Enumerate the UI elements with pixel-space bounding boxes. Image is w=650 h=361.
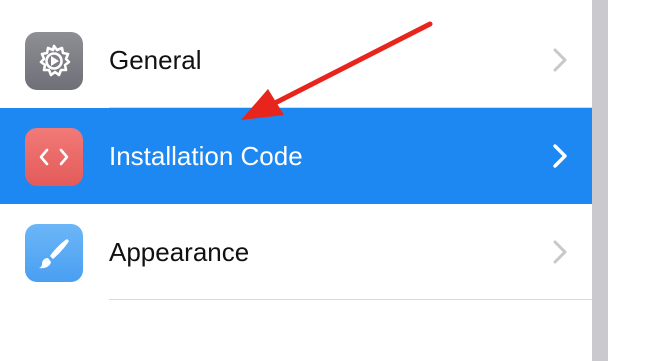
gear-icon	[25, 32, 83, 90]
chevron-right-icon	[553, 48, 567, 72]
chevron-right-icon	[553, 144, 567, 168]
menu-item-label: Installation Code	[109, 140, 303, 171]
chevron-right-icon	[553, 240, 567, 264]
scrollbar[interactable]	[592, 0, 608, 361]
menu-item-general[interactable]: General	[0, 12, 592, 108]
menu-item-appearance[interactable]: Appearance	[0, 204, 592, 300]
menu-item-installation-code[interactable]: Installation Code	[0, 108, 592, 204]
paintbrush-icon	[25, 224, 83, 282]
code-brackets-icon	[25, 128, 83, 186]
settings-menu: General Installation Code Appearance	[0, 0, 592, 361]
menu-item-label: General	[109, 44, 202, 75]
menu-item-label: Appearance	[109, 236, 250, 267]
separator	[109, 299, 592, 300]
